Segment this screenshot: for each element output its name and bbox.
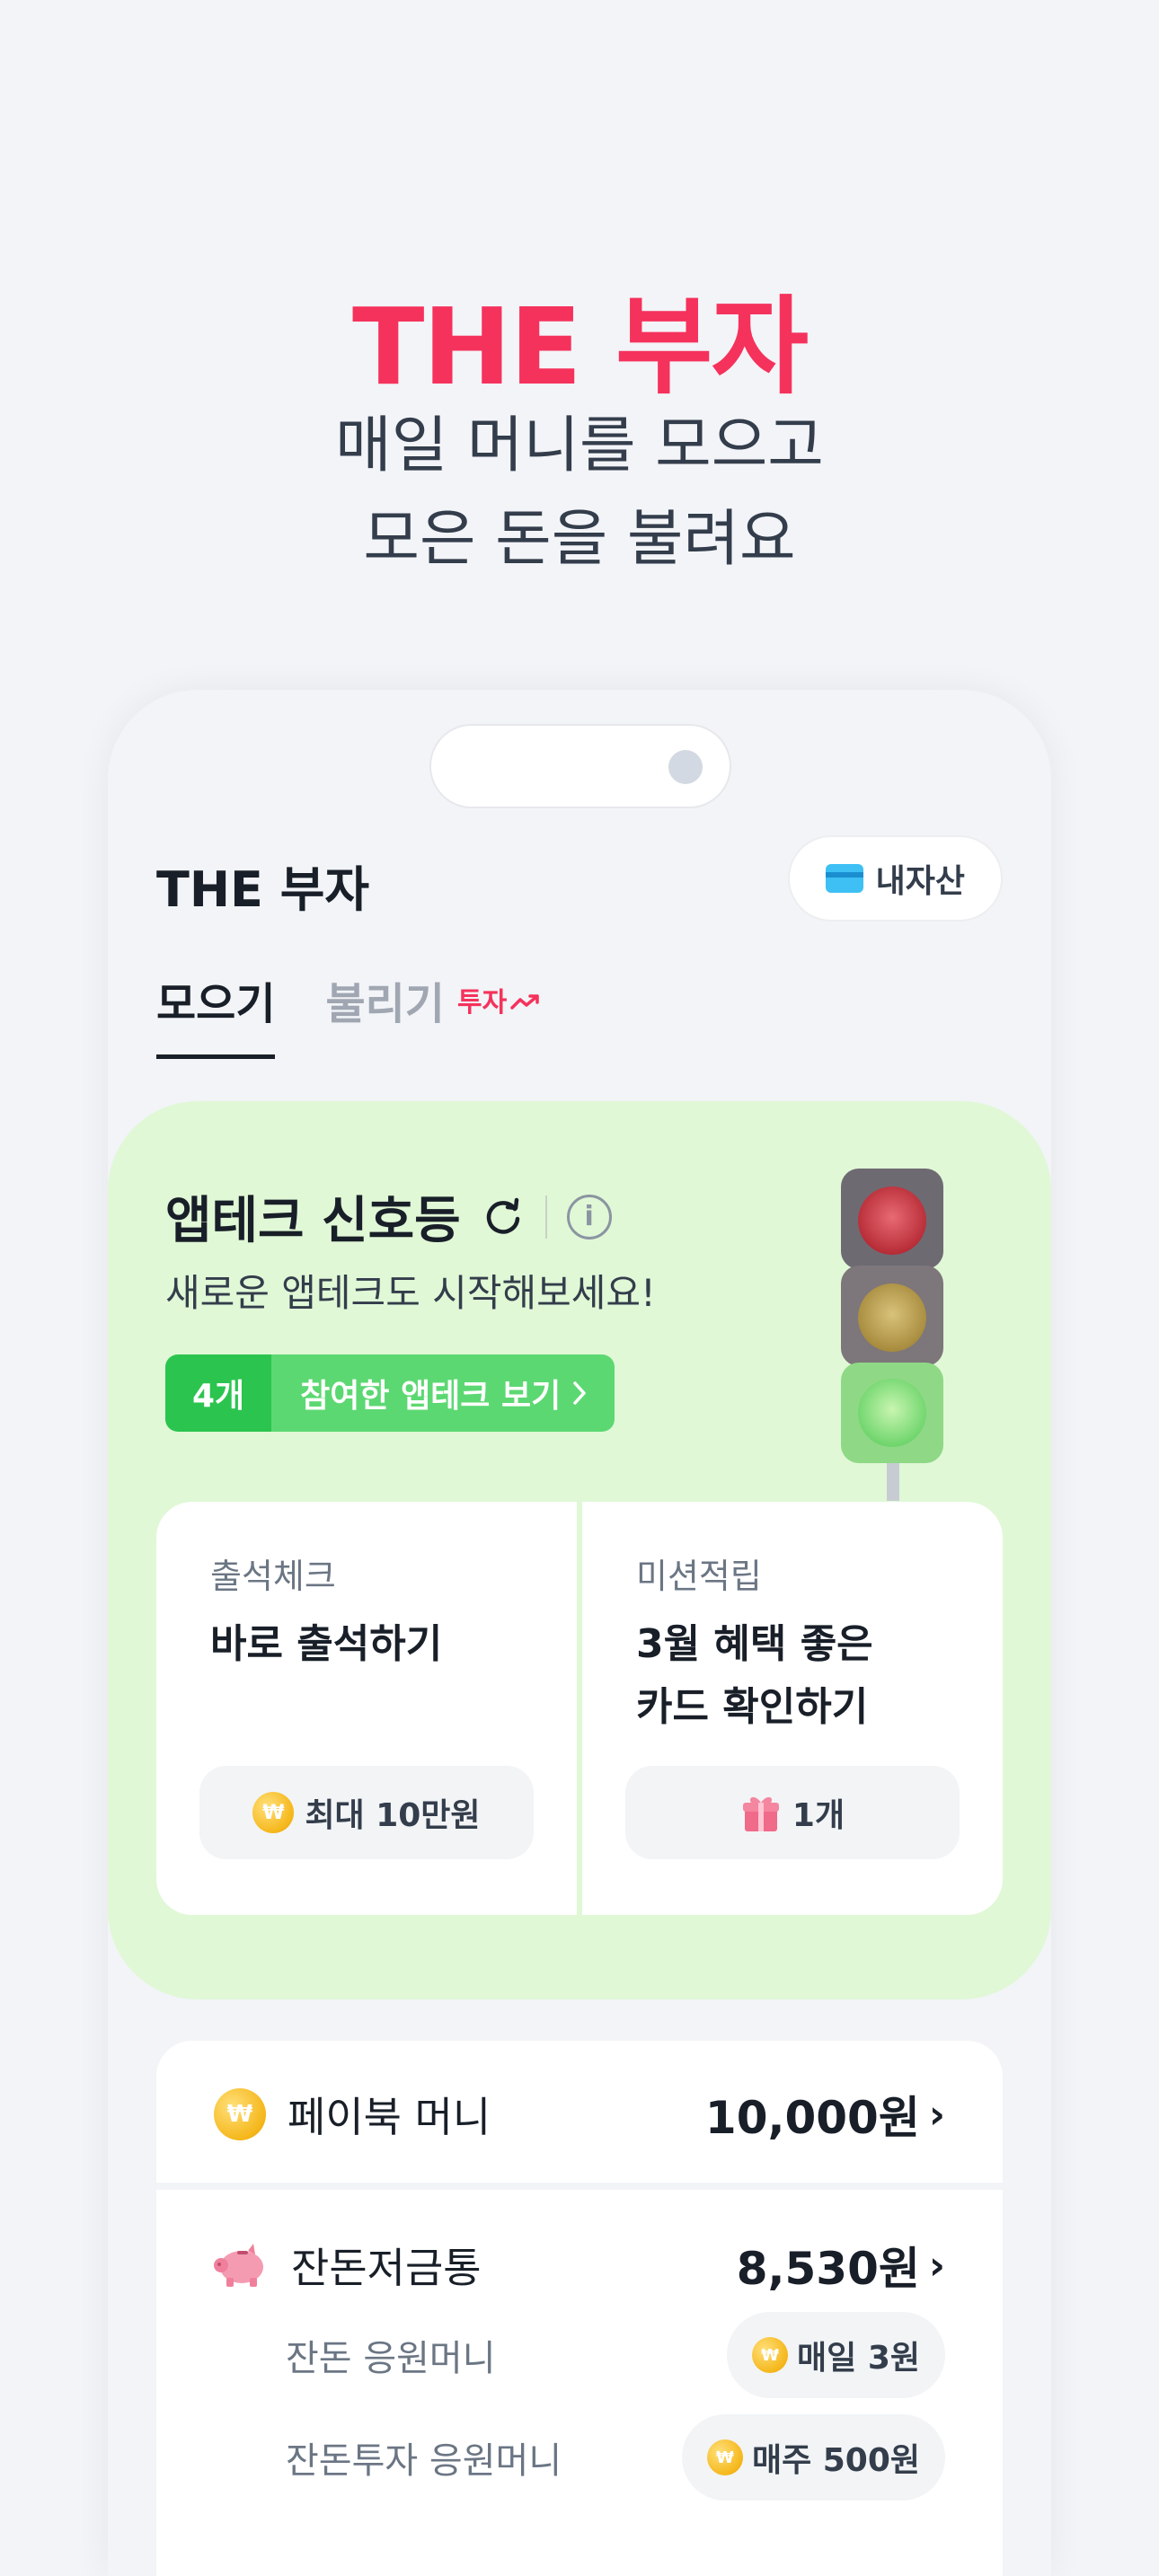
hero-title: THE 부자 xyxy=(351,285,809,409)
coin-icon: ₩ xyxy=(706,2439,743,2475)
chevron-right-icon: › xyxy=(928,2091,945,2138)
joined-count: 4개 xyxy=(165,1354,272,1432)
reward-chip[interactable]: ₩ 최대 10만원 xyxy=(199,1766,534,1859)
reward-label: 1개 xyxy=(792,1797,845,1834)
hero-subtitle-line2: 모은 돈을 불려요 xyxy=(363,504,796,575)
piggy-bank-row[interactable]: 잔돈저금통 8,530원 › xyxy=(214,2233,945,2298)
hero-subtitle-line1: 매일 머니를 모으고 xyxy=(335,410,824,481)
info-icon[interactable]: i xyxy=(566,1194,612,1239)
apptech-header: 앱테크 신호등 i xyxy=(165,1180,612,1253)
attendance-card[interactable]: 출석체크 바로 출석하기 ₩ 최대 10만원 xyxy=(156,1502,577,1915)
sub-row: 잔돈투자 응원머니 ₩ 매주 500원 xyxy=(286,2414,945,2501)
traffic-light-icon xyxy=(841,1169,943,1501)
mission-card[interactable]: 미션적립 3월 혜택 좋은 카드 확인하기 1개 xyxy=(582,1502,1003,1915)
app-title: THE 부자 xyxy=(156,861,370,918)
card-title: 3월 혜택 좋은 카드 확인하기 xyxy=(636,1621,873,1730)
card-icon xyxy=(825,864,863,893)
chevron-right-icon xyxy=(573,1381,586,1405)
invest-badge: 투자 xyxy=(457,987,541,1019)
paybook-money-row[interactable]: ₩ 페이북 머니 10,000원 › xyxy=(156,2041,1003,2183)
apptech-panel: 앱테크 신호등 i 새로운 앱테크도 시작해보세요! 4개 참여한 앱테크 보기 xyxy=(108,1101,1051,1999)
reward-pill[interactable]: ₩ 매주 500원 xyxy=(681,2414,945,2501)
piggy-bank-icon xyxy=(214,2244,263,2287)
camera-dot xyxy=(668,750,703,784)
phone-mockup: THE 부자 내자산 모으기 불리기 투자 앱테크 신호등 i 새로운 앱테크도 … xyxy=(108,690,1051,2576)
joined-apptech-button[interactable]: 4개 참여한 앱테크 보기 xyxy=(165,1354,615,1432)
sub-row-label: 잔돈투자 응원머니 xyxy=(286,2440,562,2482)
sub-row: 잔돈 응원머니 ₩ 매일 3원 xyxy=(286,2312,945,2398)
paybook-label: 페이북 머니 xyxy=(288,2093,491,2141)
joined-label: 참여한 앱테크 보기 xyxy=(300,1378,562,1415)
reward-pill-label: 매주 500원 xyxy=(751,2442,920,2479)
reward-chip[interactable]: 1개 xyxy=(625,1766,960,1859)
card-category: 출석체크 xyxy=(210,1557,336,1596)
reward-pill-label: 매일 3원 xyxy=(797,2340,920,2377)
divider xyxy=(544,1195,547,1239)
piggy-bank-value: 8,530원 xyxy=(736,2243,920,2295)
piggy-bank-label: 잔돈저금통 xyxy=(291,2244,482,2292)
reward-label: 최대 10만원 xyxy=(305,1797,481,1834)
chevron-right-icon: › xyxy=(928,2242,945,2289)
apptech-subtitle: 새로운 앱테크도 시작해보세요! xyxy=(165,1271,656,1315)
joined-label-wrap: 참여한 앱테크 보기 xyxy=(271,1354,615,1432)
hero-subtitle: 매일 머니를 모으고 모은 돈을 불려요 xyxy=(0,400,1159,587)
my-assets-label: 내자산 xyxy=(875,863,965,900)
card-category: 미션적립 xyxy=(636,1557,762,1596)
dynamic-island xyxy=(429,724,731,808)
piggy-bank-card: 잔돈저금통 8,530원 › 잔돈 응원머니 ₩ 매일 3원 잔돈투자 응원머니… xyxy=(156,2190,1003,2576)
reward-pill[interactable]: ₩ 매일 3원 xyxy=(727,2312,945,2398)
tab-grow[interactable]: 불리기 투자 xyxy=(325,968,541,1059)
tab-bar: 모으기 불리기 투자 xyxy=(156,968,541,1059)
paybook-value: 10,000원 xyxy=(704,2092,920,2144)
gift-icon xyxy=(742,1796,779,1831)
card-title: 바로 출석하기 xyxy=(210,1621,443,1667)
coin-icon: ₩ xyxy=(252,1792,295,1833)
coin-icon: ₩ xyxy=(214,2088,266,2140)
tab-grow-label: 불리기 xyxy=(325,979,445,1029)
tab-collect[interactable]: 모으기 xyxy=(156,968,276,1059)
my-assets-button[interactable]: 내자산 xyxy=(787,835,1003,922)
refresh-icon[interactable] xyxy=(481,1195,526,1239)
trend-up-icon xyxy=(510,994,539,1010)
apptech-title: 앱테크 신호등 xyxy=(165,1192,461,1250)
coin-icon: ₩ xyxy=(752,2337,789,2373)
sub-row-label: 잔돈 응원머니 xyxy=(286,2338,496,2379)
